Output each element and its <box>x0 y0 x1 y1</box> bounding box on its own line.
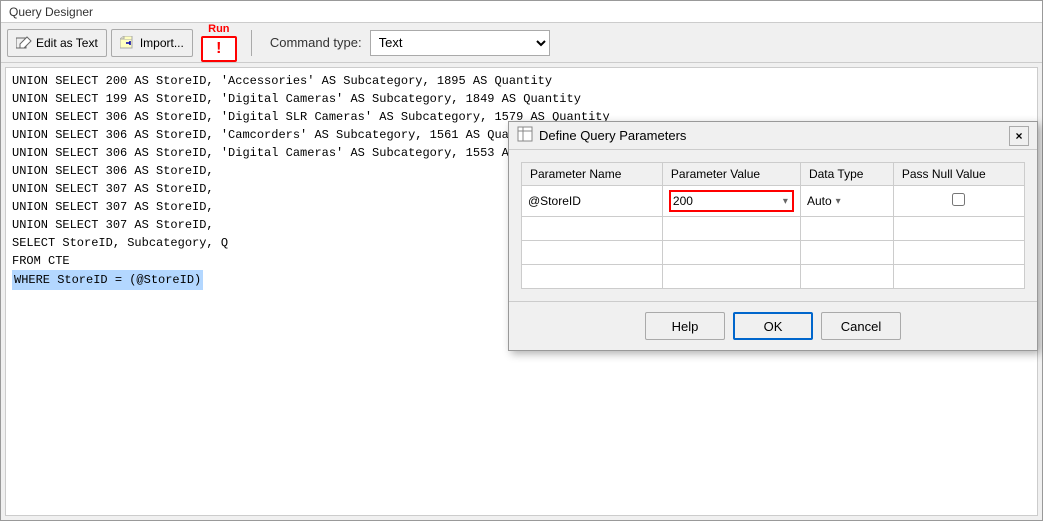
table-row: @StoreID 200 ▾ Auto ▾ <box>522 186 1025 217</box>
empty-cell <box>800 241 893 265</box>
empty-cell <box>893 265 1024 289</box>
ok-button[interactable]: OK <box>733 312 813 340</box>
help-label: Help <box>672 319 699 334</box>
param-value-text: 200 <box>673 194 781 208</box>
define-query-parameters-dialog: Define Query Parameters × Parameter Name… <box>508 121 1038 351</box>
modal-title-icon <box>517 126 533 145</box>
pass-null-checkbox[interactable] <box>952 193 965 206</box>
empty-cell <box>800 217 893 241</box>
ok-label: OK <box>764 319 783 334</box>
param-name-cell: @StoreID <box>522 186 663 217</box>
empty-cell <box>522 217 663 241</box>
pass-null-cell <box>893 186 1024 217</box>
col-header-pass-null: Pass Null Value <box>893 163 1024 186</box>
data-type-cell: Auto ▾ <box>800 186 893 217</box>
empty-cell <box>893 217 1024 241</box>
empty-cell <box>800 265 893 289</box>
col-header-param-value: Parameter Value <box>662 163 800 186</box>
table-empty-row-1 <box>522 217 1025 241</box>
empty-cell <box>893 241 1024 265</box>
cancel-label: Cancel <box>841 319 881 334</box>
data-type-wrapper: Auto ▾ <box>807 194 887 208</box>
table-empty-row-2 <box>522 241 1025 265</box>
close-icon: × <box>1015 129 1022 143</box>
modal-overlay: Define Query Parameters × Parameter Name… <box>1 1 1042 520</box>
col-header-param-name: Parameter Name <box>522 163 663 186</box>
modal-close-button[interactable]: × <box>1009 126 1029 146</box>
empty-cell <box>522 241 663 265</box>
param-value-wrapper[interactable]: 200 ▾ <box>669 190 794 212</box>
parameters-table: Parameter Name Parameter Value Data Type… <box>521 162 1025 289</box>
modal-titlebar: Define Query Parameters × <box>509 122 1037 150</box>
data-type-value: Auto <box>807 194 832 208</box>
empty-cell <box>662 265 800 289</box>
param-value-cell: 200 ▾ <box>662 186 800 217</box>
param-value-dropdown-arrow[interactable]: ▾ <box>781 196 790 207</box>
modal-body: Parameter Name Parameter Value Data Type… <box>509 150 1037 301</box>
empty-cell <box>662 217 800 241</box>
modal-title-text: Define Query Parameters <box>539 128 686 143</box>
empty-cell <box>522 265 663 289</box>
empty-cell <box>662 241 800 265</box>
data-type-dropdown-arrow[interactable]: ▾ <box>834 196 843 207</box>
modal-title-section: Define Query Parameters <box>517 126 686 145</box>
help-button[interactable]: Help <box>645 312 725 340</box>
col-header-data-type: Data Type <box>800 163 893 186</box>
modal-footer: Help OK Cancel <box>509 301 1037 350</box>
table-header-row: Parameter Name Parameter Value Data Type… <box>522 163 1025 186</box>
query-designer-window: Query Designer Edit as Text <box>0 0 1043 521</box>
table-empty-row-3 <box>522 265 1025 289</box>
cancel-button[interactable]: Cancel <box>821 312 901 340</box>
